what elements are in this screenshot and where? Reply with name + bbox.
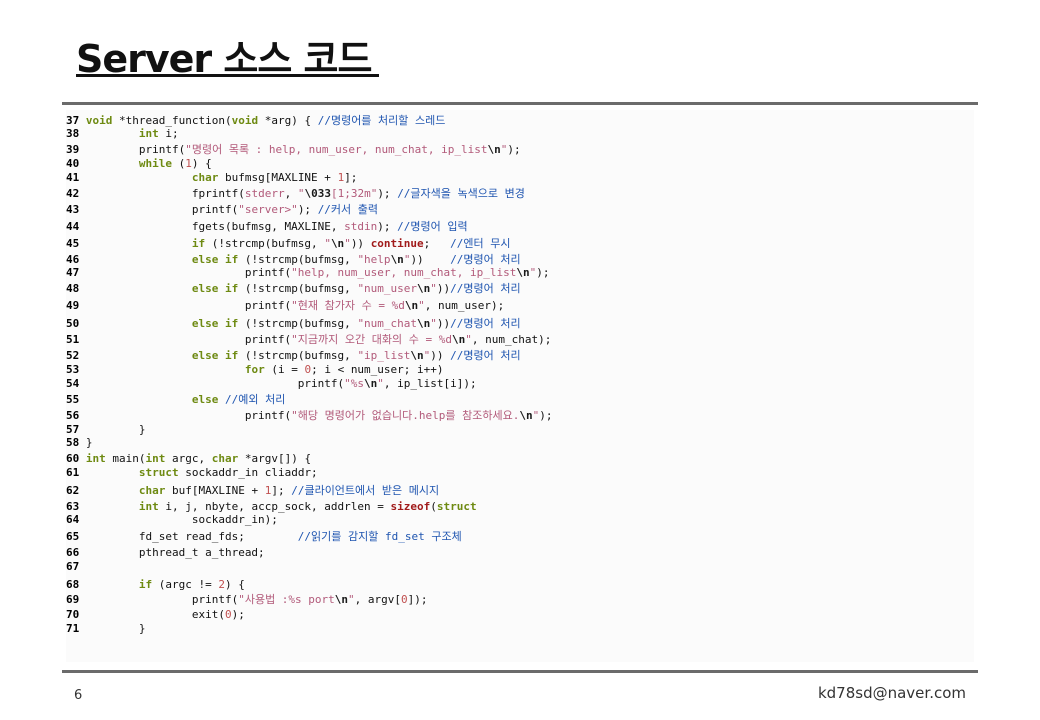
line-number: 64	[66, 513, 80, 526]
line-number: 48	[66, 282, 80, 295]
line-number: 54	[66, 377, 80, 390]
title-underline	[76, 74, 379, 77]
code-line: 70 exit(0);	[66, 608, 245, 621]
line-number: 68	[66, 578, 80, 591]
line-number: 69	[66, 593, 80, 606]
code-panel: 37 void *thread_function(void *arg) { //…	[66, 110, 974, 662]
line-number: 52	[66, 349, 80, 362]
code-line: 68 if (argc != 2) {	[66, 578, 245, 591]
line-number: 37	[66, 114, 80, 127]
code-line: 56 printf("해당 명령어가 없습니다.help를 참조하세요.\n")…	[66, 409, 553, 422]
code-line: 64 sockaddr_in);	[66, 513, 278, 526]
code-line: 42 fprintf(stderr, "\033[1;32m"); //글자색을…	[66, 187, 525, 200]
code-line: 45 if (!strcmp(bufmsg, "\n")) continue; …	[66, 237, 511, 250]
code-line: 49 printf("현재 참가자 수 = %d\n", num_user);	[66, 299, 505, 312]
line-number: 47	[66, 266, 80, 279]
code-line: 43 printf("server>"); //커서 출력	[66, 203, 379, 216]
code-line: 52 else if (!strcmp(bufmsg, "ip_list\n")…	[66, 349, 521, 362]
line-number: 55	[66, 393, 80, 406]
line-number: 67	[66, 560, 80, 573]
code-line: 67	[66, 560, 86, 573]
code-line: 51 printf("지금까지 오간 대화의 수 = %d\n", num_ch…	[66, 333, 552, 346]
line-number: 38	[66, 127, 80, 140]
code-line: 69 printf("사용법 :%s port\n", argv[0]);	[66, 593, 428, 606]
code-line: 66 pthread_t a_thread;	[66, 546, 265, 559]
top-rule	[62, 102, 978, 105]
line-number: 57	[66, 423, 80, 436]
code-line: 38 int i;	[66, 127, 179, 140]
bottom-rule	[62, 670, 978, 673]
code-line: 65 fd_set read_fds; //읽기를 감지할 fd_set 구조체	[66, 530, 462, 543]
code-line: 46 else if (!strcmp(bufmsg, "help\n")) /…	[66, 253, 521, 266]
author-email: kd78sd@naver.com	[817, 684, 966, 702]
code-line: 41 char bufmsg[MAXLINE + 1];	[66, 171, 358, 184]
code-line: 44 fgets(bufmsg, MAXLINE, stdin); //명령어 …	[66, 220, 468, 233]
line-number: 58	[66, 436, 80, 449]
line-number: 42	[66, 187, 80, 200]
code-line: 71 }	[66, 622, 146, 635]
code-line: 40 while (1) {	[66, 157, 212, 170]
code-line: 58 }	[66, 436, 93, 449]
page-number: 6	[74, 688, 83, 703]
line-number: 66	[66, 546, 80, 559]
code-line: 55 else //예외 처리	[66, 393, 286, 406]
code-line: 63 int i, j, nbyte, accp_sock, addrlen =…	[66, 500, 477, 513]
line-number: 53	[66, 363, 80, 376]
line-number: 65	[66, 530, 80, 543]
line-number: 49	[66, 299, 80, 312]
line-number: 43	[66, 203, 80, 216]
code-line: 61 struct sockaddr_in cliaddr;	[66, 466, 318, 479]
line-number: 62	[66, 484, 80, 497]
code-line: 37 void *thread_function(void *arg) { //…	[66, 114, 446, 127]
line-number: 39	[66, 143, 80, 156]
line-number: 44	[66, 220, 80, 233]
line-number: 46	[66, 253, 80, 266]
line-number: 71	[66, 622, 80, 635]
code-line: 48 else if (!strcmp(bufmsg, "num_user\n"…	[66, 282, 521, 295]
code-line: 54 printf("%s\n", ip_list[i]);	[66, 377, 477, 390]
code-line: 47 printf("help, num_user, num_chat, ip_…	[66, 266, 550, 279]
code-line: 60 int main(int argc, char *argv[]) {	[66, 452, 312, 465]
line-number: 41	[66, 171, 80, 184]
code-line: 62 char buf[MAXLINE + 1]; //클라이언트에서 받은 메…	[66, 484, 440, 497]
line-number: 56	[66, 409, 80, 422]
line-number: 61	[66, 466, 80, 479]
line-number: 63	[66, 500, 80, 513]
line-number: 70	[66, 608, 80, 621]
code-line: 50 else if (!strcmp(bufmsg, "num_chat\n"…	[66, 317, 521, 330]
line-number: 45	[66, 237, 80, 250]
line-number: 50	[66, 317, 80, 330]
code-line: 39 printf("명령어 목록 : help, num_user, num_…	[66, 143, 521, 156]
code-line: 57 }	[66, 423, 146, 436]
line-number: 40	[66, 157, 80, 170]
line-number: 60	[66, 452, 80, 465]
code-line: 53 for (i = 0; i < num_user; i++)	[66, 363, 444, 376]
line-number: 51	[66, 333, 80, 346]
